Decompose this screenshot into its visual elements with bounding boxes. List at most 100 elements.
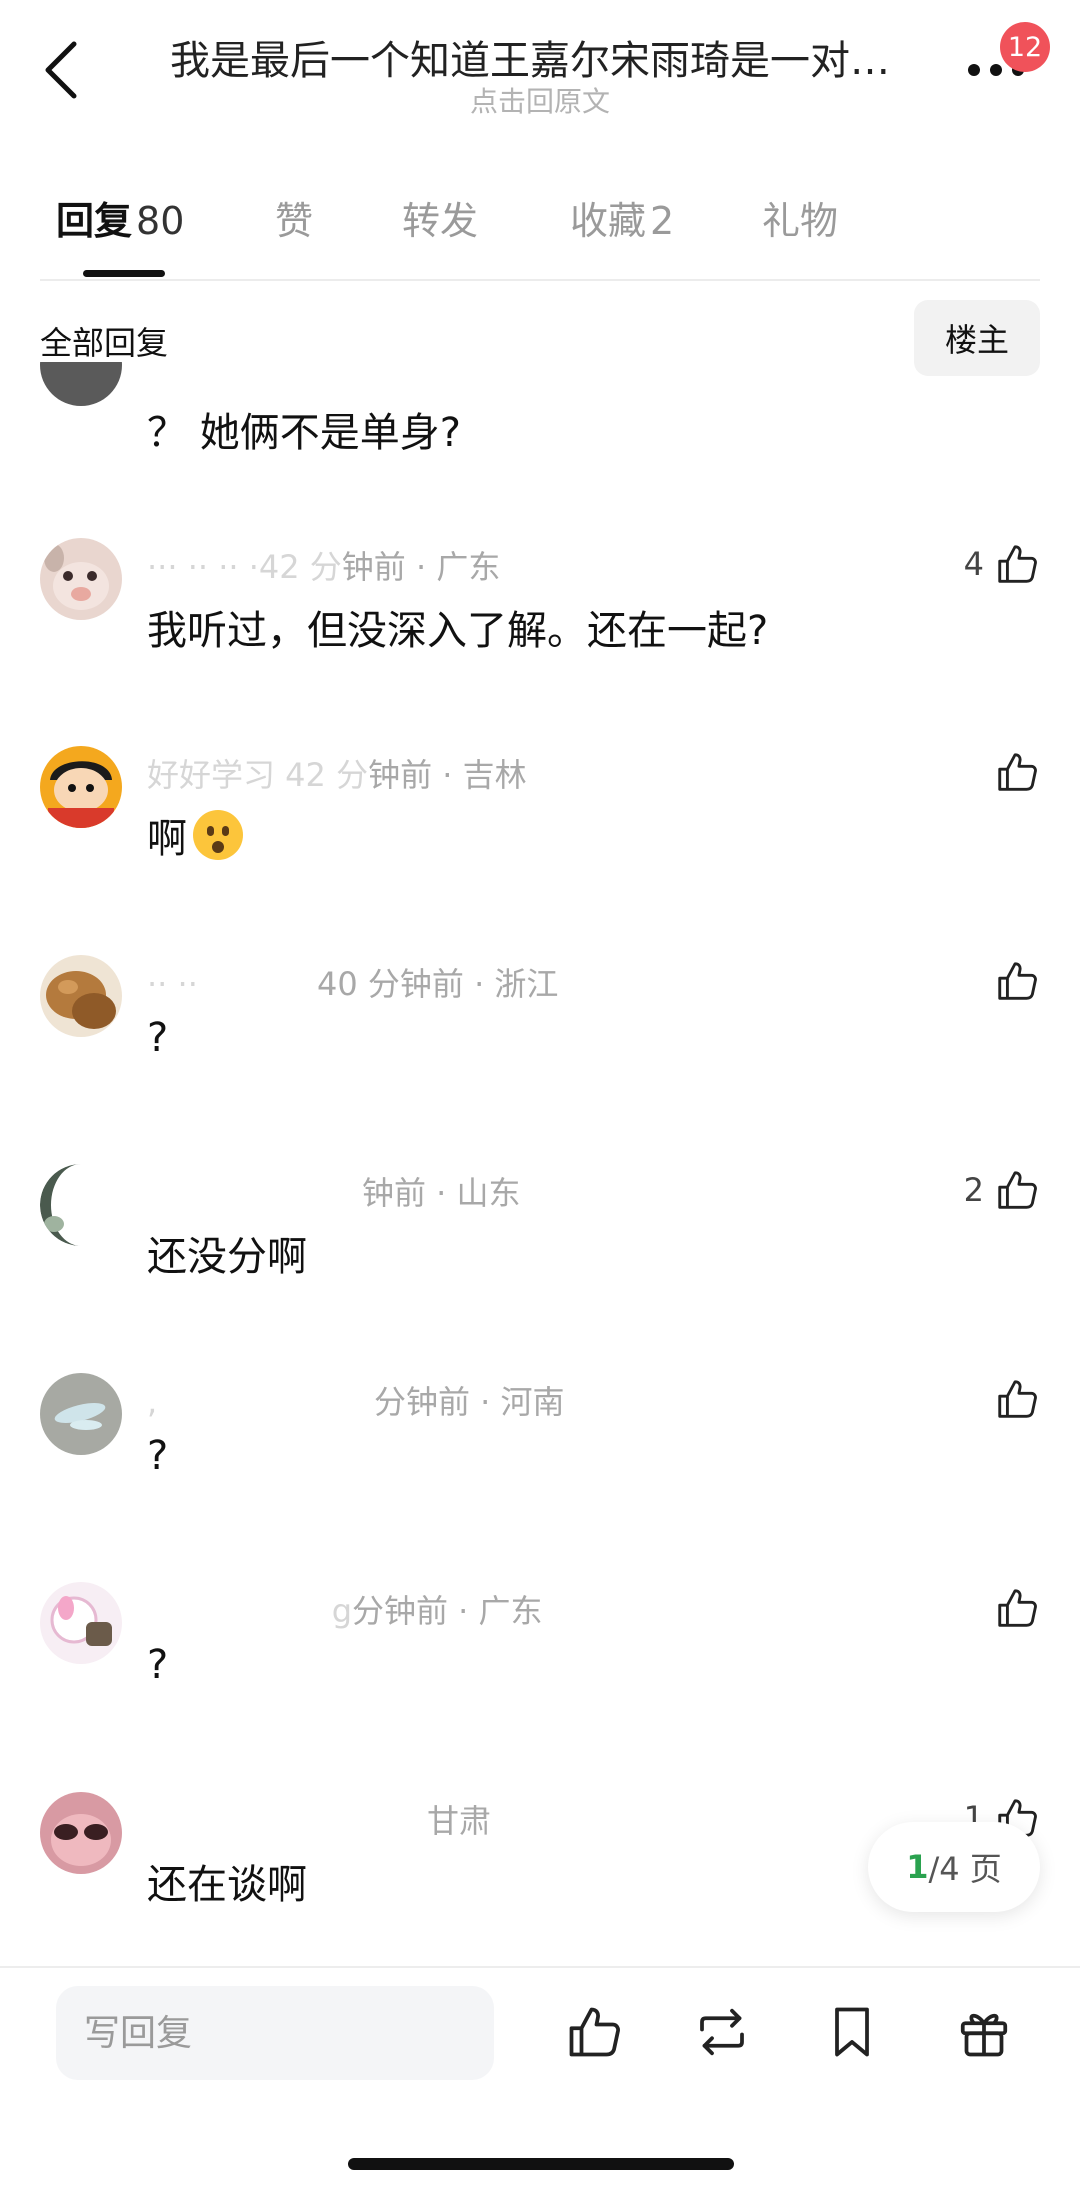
tab-replies[interactable]: 回复 80 (56, 190, 184, 245)
tab-bar: 回复 80 赞 转发 收藏 2 礼物 (0, 190, 1080, 280)
thumbs-up-icon (998, 962, 1037, 1000)
comment-text: 还在谈啊 (147, 1862, 307, 1908)
avatar[interactable] (40, 746, 122, 828)
gift-icon (960, 2013, 1008, 2057)
comment-text: ? (147, 1015, 169, 1061)
time-location: 钟前 · 吉林 (368, 756, 527, 794)
thumbs-up-icon (998, 753, 1037, 791)
like-post-button[interactable] (564, 2002, 624, 2062)
thumbs-up-icon (998, 1171, 1037, 1209)
avatar-image (40, 1373, 122, 1455)
avatar[interactable] (40, 538, 122, 620)
thumbs-up-icon (998, 1380, 1037, 1418)
like-count: 2 (963, 1171, 984, 1209)
avatar[interactable] (40, 955, 122, 1037)
owner-only-button[interactable]: 楼主 (914, 300, 1040, 376)
total-pages: /4 页 (928, 1850, 1002, 1888)
comment-item: ·· ·· 40 分钟前 · 浙江 ? (0, 955, 1080, 1155)
comment-text: ? (147, 1433, 169, 1479)
avatar[interactable] (40, 1582, 122, 1664)
like-button[interactable] (984, 955, 1040, 1007)
avatar-image (40, 538, 122, 620)
like-button[interactable] (984, 1582, 1040, 1634)
thumbs-up-icon (998, 1589, 1037, 1627)
comment-meta: , 分钟前 · 河南 (147, 1377, 565, 1423)
comment-meta: ··· ·· ·· ·42 分钟前 · 广东 (147, 542, 500, 588)
like-count: 4 (963, 545, 984, 583)
time-location: 钟前 · 山东 (362, 1174, 521, 1212)
blurred-username: 好好学习 42 分 (147, 756, 369, 794)
reply-input[interactable] (56, 1986, 494, 2080)
like-button[interactable]: 2 (964, 1164, 1040, 1216)
avatar-image (40, 746, 122, 828)
bookmark-button[interactable] (822, 2002, 882, 2062)
notification-badge[interactable]: 12 (1000, 22, 1050, 72)
avatar[interactable] (40, 1373, 122, 1455)
page-indicator[interactable]: 1/4 页 (868, 1822, 1040, 1912)
tab-favorites[interactable]: 收藏 2 (570, 190, 674, 245)
back-to-original-link[interactable]: 点击回原文 (0, 80, 1080, 120)
comment-meta: 钟前 · 山东 (147, 1168, 521, 1214)
comment-meta: ·· ·· 40 分钟前 · 浙江 (147, 959, 558, 1005)
home-indicator[interactable] (348, 2158, 734, 2170)
repost-icon (700, 2008, 744, 2056)
comment-meta: g分钟前 · 广东 (147, 1586, 543, 1632)
like-button[interactable] (984, 1373, 1040, 1425)
bookmark-icon (835, 2007, 869, 2057)
tab-label: 回复 (56, 199, 133, 243)
time-location: 甘肃 (427, 1802, 492, 1840)
avatar[interactable] (40, 1792, 122, 1874)
top-bar: 我是最后一个知道王嘉尔宋雨琦是一对… 点击回原文 12 (0, 0, 1080, 140)
avatar-image (40, 1164, 122, 1246)
comment-item: 钟前 · 山东 还没分啊 2 (0, 1164, 1080, 1364)
gift-button[interactable] (954, 2002, 1014, 2062)
tab-gifts[interactable]: 礼物 (762, 190, 838, 245)
more-dots-icon (968, 64, 980, 76)
tab-label: 转发 (402, 199, 479, 243)
thumbs-up-icon (569, 2007, 620, 2057)
comment-text-content: 啊 (147, 816, 187, 862)
avatar-image (40, 1582, 122, 1664)
time-location: 钟前 · 广东 (341, 548, 501, 586)
tab-count: 80 (136, 199, 185, 243)
tab-label: 礼物 (762, 199, 839, 243)
comment-text: 啊 (147, 806, 243, 864)
comment-meta: 好好学习 42 分钟前 · 吉林 (147, 750, 527, 796)
avatar-image (40, 955, 122, 1037)
thumbs-up-icon (998, 545, 1037, 583)
tab-likes[interactable]: 赞 (275, 190, 313, 245)
time-location: 分钟前 · 河南 (374, 1383, 565, 1421)
blurred-username: g (331, 1592, 352, 1630)
all-replies-heading: 全部回复 (40, 324, 169, 362)
blurred-username: ·· ·· (147, 965, 198, 1003)
like-button[interactable]: 4 (964, 538, 1040, 590)
comment-text: ? (147, 1642, 169, 1688)
surprised-face-emoji-icon (193, 810, 243, 860)
comment-item: ··· ·· ·· ·42 分钟前 · 广东 我听过，但没深入了解。还在一起? … (0, 538, 1080, 738)
divider (40, 279, 1040, 281)
tab-label: 收藏 (570, 199, 647, 243)
bottom-bar-divider (0, 1966, 1080, 1968)
avatar-image (40, 1792, 122, 1874)
time-location: 40 分钟前 · 浙江 (317, 965, 559, 1003)
current-page: 1 (906, 1848, 929, 1886)
tab-label: 赞 (275, 199, 314, 243)
like-button[interactable] (984, 746, 1040, 798)
comment-text: 还没分啊 (147, 1234, 307, 1280)
comment-text: 我听过，但没深入了解。还在一起? (147, 608, 769, 654)
comment-item: , 分钟前 · 河南 ? (0, 1373, 1080, 1573)
comment-item: 好好学习 42 分钟前 · 吉林 啊 (0, 746, 1080, 946)
time-location: 分钟前 · 广东 (352, 1592, 543, 1630)
repost-button[interactable] (692, 2002, 752, 2062)
tab-reposts[interactable]: 转发 (402, 190, 478, 245)
avatar[interactable] (40, 362, 122, 406)
comment-text: ？ 她俩不是单身? (147, 410, 461, 456)
active-tab-indicator (83, 270, 165, 277)
avatar[interactable] (40, 1164, 122, 1246)
tab-count: 2 (650, 199, 675, 243)
blurred-username: ··· ·· ·· ·42 分 (147, 548, 342, 586)
post-title[interactable]: 我是最后一个知道王嘉尔宋雨琦是一对… (170, 28, 920, 86)
more-dot (990, 64, 1002, 76)
comment-meta: 甘肃 (147, 1796, 491, 1842)
blurred-username: , (147, 1383, 158, 1421)
